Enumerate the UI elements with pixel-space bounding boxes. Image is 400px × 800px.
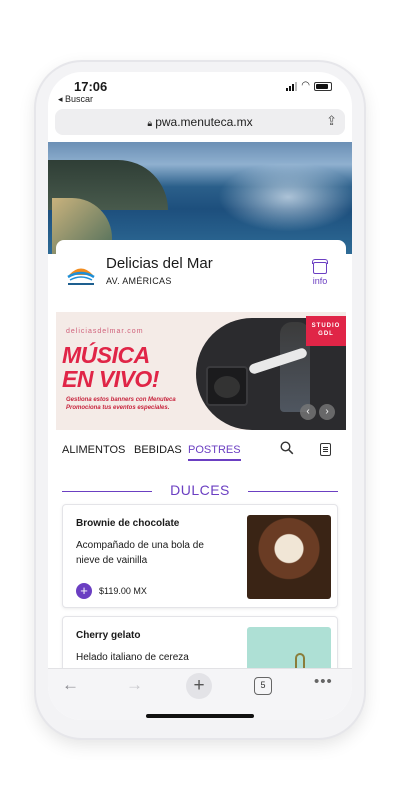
banner-next-button[interactable]: › (319, 404, 335, 420)
back-to-app-link[interactable]: ◂ Buscar (58, 94, 93, 105)
studio-badge: STUDIO GDL (306, 316, 346, 346)
badge-line2: GDL (318, 331, 334, 337)
status-bar: 17:06 ◂ Buscar ◠ (48, 72, 352, 106)
lock-icon: 🔒︎ (147, 118, 153, 128)
hero-sea-glare (218, 162, 352, 232)
section-heading: DULCES (62, 482, 338, 500)
share-icon[interactable]: ⇪ (326, 113, 337, 129)
phone-screen: 17:06 ◂ Buscar ◠ 🔒︎ pwa.menuteca.mx ⇪ Del… (48, 72, 352, 720)
banner-prev-button[interactable]: ‹ (300, 404, 316, 420)
tab-alimentos[interactable]: ALIMENTOS (62, 444, 125, 459)
badge-line1: STUDIO (311, 323, 341, 329)
url-text: pwa.menuteca.mx (155, 115, 253, 129)
tab-bebidas[interactable]: BEBIDAS (134, 444, 182, 459)
item-name: Brownie de chocolate (76, 518, 180, 529)
banner-subtitle-line1: Gestiona estos banners con Menuteca (66, 397, 176, 403)
amplifier (206, 366, 248, 406)
status-time: 17:06 (74, 79, 108, 94)
address-bar[interactable]: 🔒︎ pwa.menuteca.mx ⇪ (55, 109, 345, 135)
battery-icon (314, 81, 332, 91)
banner-url: deliciasdelmar.com (66, 328, 144, 335)
item-name: Cherry gelato (76, 630, 141, 641)
info-button[interactable]: info (308, 259, 332, 286)
category-tabs: ALIMENTOS BEBIDAS POSTRES (62, 441, 342, 468)
back-arrow-icon[interactable]: ← (62, 675, 79, 695)
home-indicator[interactable] (146, 714, 254, 718)
banner-subtitle-line2: Promociona tus eventos especiales. (66, 405, 170, 411)
promo-banner[interactable]: deliciasdelmar.com MÚSICA EN VIVO! Gesti… (56, 312, 346, 430)
signal-icon (286, 81, 298, 91)
hero-image (48, 142, 352, 254)
url-display: 🔒︎ pwa.menuteca.mx (55, 115, 345, 129)
store-icon (312, 259, 328, 274)
wifi-icon: ◠ (301, 80, 310, 91)
add-to-order-button[interactable]: + (76, 583, 92, 599)
tab-postres[interactable]: POSTRES (188, 444, 241, 461)
item-price: $119.00 MX (99, 586, 147, 596)
forward-arrow-icon[interactable]: → (126, 675, 143, 695)
tabs-icon[interactable]: 5 (254, 677, 272, 695)
restaurant-name: Delicias del Mar (106, 255, 213, 272)
section-divider-right (248, 491, 338, 492)
banner-title-line1: MÚSICA (62, 342, 150, 368)
plus-icon[interactable]: + (186, 673, 212, 699)
status-icons: ◠ (286, 81, 332, 91)
more-icon[interactable]: ••• (314, 673, 333, 690)
restaurant-address: AV. AMÉRICAS (106, 276, 172, 286)
menu-list-icon[interactable] (320, 443, 331, 456)
item-photo[interactable] (247, 515, 331, 599)
search-icon[interactable] (280, 441, 294, 455)
item-description: Helado italiano de cereza (76, 652, 189, 663)
browser-toolbar: ← → + 5 ••• (48, 668, 352, 720)
section-title: DULCES (170, 482, 230, 498)
info-label: info (312, 276, 328, 286)
menu-item-card[interactable]: Brownie de chocolate Acompañado de una b… (62, 504, 338, 608)
item-description: Acompañado de una bola de nieve de vaini… (76, 540, 204, 566)
menu-content: Delicias del Mar AV. AMÉRICAS info delic… (56, 240, 346, 720)
restaurant-logo (67, 268, 95, 285)
banner-title-line2: EN VIVO! (62, 366, 159, 392)
